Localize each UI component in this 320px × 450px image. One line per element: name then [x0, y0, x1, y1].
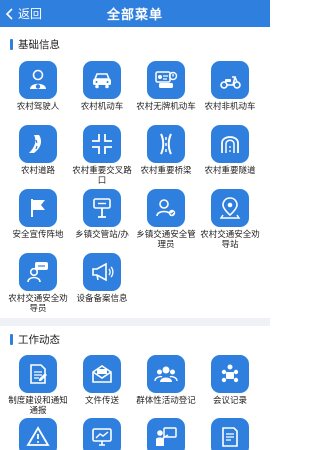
menu-item-label: 制度建设和通知通报 [8, 396, 68, 416]
driver-icon [19, 61, 57, 99]
menu-item-township-station[interactable]: 乡镇交管站/办 [69, 189, 135, 240]
menu-item-label: 乡镇交通安全管理员 [136, 230, 196, 250]
menu-item-file-transfer[interactable]: 文件传送 [69, 355, 135, 406]
menu-item-label: 农村重要交叉路口 [72, 166, 132, 186]
menu-item-equipment-record[interactable]: 设备备案信息 [69, 253, 135, 304]
loudspeaker-icon [83, 253, 121, 291]
menu-item-warning[interactable] [5, 418, 71, 450]
menu-item-screen[interactable] [69, 418, 135, 450]
menu-item-label: 农村道路 [20, 166, 55, 176]
menu-item-safety-publicity[interactable]: 安全宣传阵地 [5, 189, 71, 240]
menu-item-label: 乡镇交管站/办 [75, 230, 129, 240]
screen-icon [83, 418, 121, 450]
back-label: 返回 [18, 7, 43, 21]
section-title-basic: 基础信息 [10, 37, 60, 51]
bridge-icon [147, 125, 185, 163]
persuader-icon [19, 253, 57, 291]
menu-item-meeting-record[interactable]: 会议记录 [197, 355, 263, 406]
menu-item-bridge[interactable]: 农村重要桥梁 [133, 125, 199, 176]
flag-icon [19, 189, 57, 227]
menu-item-group-activity[interactable]: 群体性活动登记 [133, 355, 199, 406]
menu-item-label: 安全宣传阵地 [12, 230, 64, 240]
menu-item-rural-driver[interactable]: 农村驾驶人 [5, 61, 71, 112]
menu-item-label: 农村机动车 [80, 102, 124, 112]
section-divider [0, 318, 270, 326]
menu-item-label: 农村重要桥梁 [140, 166, 192, 176]
back-button[interactable]: 返回 [4, 0, 42, 27]
section-title-work: 工作动态 [10, 332, 60, 346]
menu-item-label: 农村交通安全劝导站 [200, 230, 260, 250]
menu-item-persuasion-station[interactable]: 农村交通安全劝导站 [197, 189, 263, 250]
meeting-icon [211, 355, 249, 393]
menu-item-label: 农村重要隧道 [204, 166, 256, 176]
document-icon [19, 355, 57, 393]
menu-item-label: 农村交通安全劝导员 [8, 294, 68, 314]
menu-item-label: 会议记录 [212, 396, 247, 406]
menu-item-persuader[interactable]: 农村交通安全劝导员 [5, 253, 71, 314]
menu-item-tunnel[interactable]: 农村重要隧道 [197, 125, 263, 176]
report-icon [211, 418, 249, 450]
menu-item-presenter[interactable] [133, 418, 199, 450]
unlicensed-vehicle-icon [147, 61, 185, 99]
menu-item-label: 农村驾驶人 [16, 102, 60, 112]
section-marker [10, 38, 13, 50]
scooter-icon [211, 61, 249, 99]
group-icon [147, 355, 185, 393]
menu-item-township-manager[interactable]: 乡镇交通安全管理员 [133, 189, 199, 250]
menu-item-label: 农村非机动车 [204, 102, 256, 112]
menu-item-unlicensed-vehicle[interactable]: 农村无牌机动车 [133, 61, 199, 112]
warning-icon [19, 418, 57, 450]
menu-item-rural-vehicle[interactable]: 农村机动车 [69, 61, 135, 112]
menu-item-rural-road[interactable]: 农村道路 [5, 125, 71, 176]
section-title-basic-text: 基础信息 [18, 38, 60, 51]
menu-item-label: 文件传送 [84, 396, 119, 406]
menu-item-label: 群体性活动登记 [136, 396, 196, 406]
section-title-work-text: 工作动态 [18, 333, 60, 346]
presenter-icon [147, 418, 185, 450]
intersection-icon [83, 125, 121, 163]
menu-item-intersection[interactable]: 农村重要交叉路口 [69, 125, 135, 186]
signpost-icon [83, 189, 121, 227]
menu-item-non-motor[interactable]: 农村非机动车 [197, 61, 263, 112]
road-icon [19, 125, 57, 163]
manager-icon [147, 189, 185, 227]
back-arrow-icon [5, 7, 13, 20]
menu-item-system-notice[interactable]: 制度建设和通知通报 [5, 355, 71, 416]
menu-item-report[interactable] [197, 418, 263, 450]
menu-item-label: 农村无牌机动车 [136, 102, 196, 112]
tunnel-icon [211, 125, 249, 163]
page-title: 全部菜单 [106, 8, 163, 23]
car-icon [83, 61, 121, 99]
location-pin-icon [211, 189, 249, 227]
mail-icon [83, 355, 121, 393]
menu-item-label: 设备备案信息 [76, 294, 128, 304]
top-bar: 返回 全部菜单 [0, 0, 270, 27]
section-marker [10, 333, 13, 345]
